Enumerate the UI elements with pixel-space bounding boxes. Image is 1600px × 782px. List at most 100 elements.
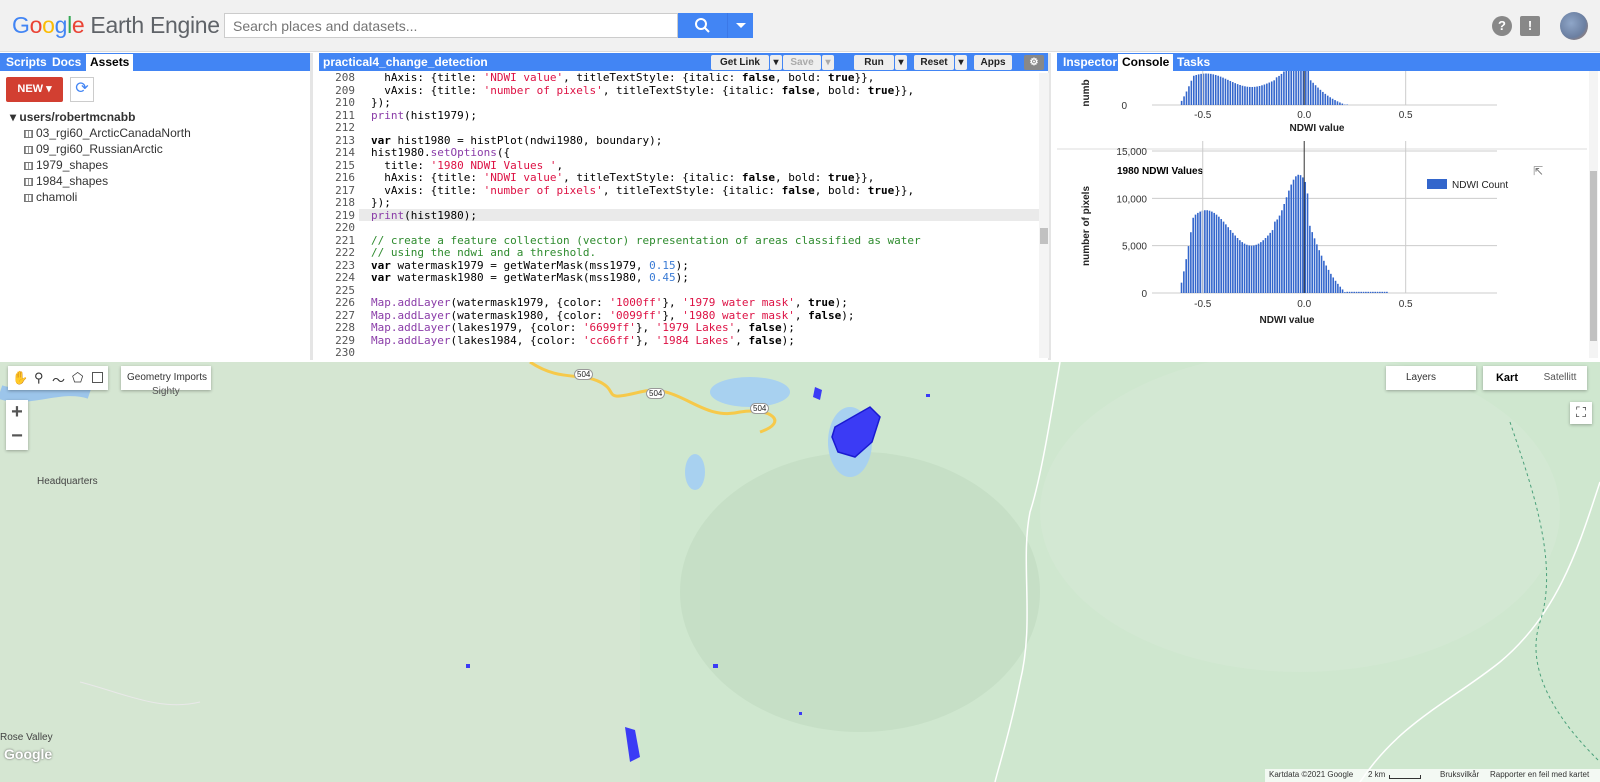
code-line[interactable]: hist1980.setOptions({ [371, 146, 510, 159]
chart1-bar [1341, 103, 1344, 105]
zoom-out-button[interactable]: − [6, 425, 28, 450]
map-attribution-bar: Kartdata ©2021 Google 2 km Bruksvilkår R… [1265, 769, 1600, 782]
code-line[interactable]: var hist1980 = histPlot(ndwi1980, bounda… [371, 134, 662, 147]
run-dropdown[interactable]: ▾ [895, 55, 907, 70]
line-number: 214 [335, 146, 355, 159]
tab-console[interactable]: Console [1118, 54, 1174, 71]
road-shield: 504 [646, 388, 666, 399]
chart2-bar [1334, 280, 1337, 293]
get-link-button[interactable]: Get Link [711, 55, 769, 70]
tab-inspector[interactable]: Inspector [1059, 54, 1121, 71]
chart1-bar [1180, 100, 1183, 105]
chart2-bar [1313, 238, 1316, 293]
code-line[interactable]: print(hist1980); [371, 209, 477, 222]
map-type-satellitt[interactable]: Satellitt [1533, 366, 1587, 390]
save-dropdown[interactable]: ▾ [822, 55, 834, 70]
editor-scrollbar[interactable] [1039, 73, 1049, 358]
search-button[interactable] [678, 13, 727, 38]
apps-button[interactable]: Apps [974, 55, 1012, 70]
hand-icon[interactable]: ✋ [12, 370, 28, 386]
report-link[interactable]: Rapporter en feil med kartet [1490, 770, 1589, 779]
settings-button[interactable]: ⚙ [1024, 55, 1044, 70]
code-line[interactable]: Map.addLayer(watermask1980, {color: '009… [371, 309, 855, 322]
code-line[interactable]: print(hist1979); [371, 109, 477, 122]
chart2-bar [1229, 230, 1232, 293]
terms-link[interactable]: Bruksvilkår [1440, 770, 1479, 779]
code-editor-panel: practical4_change_detection Get Link ▾ S… [319, 53, 1051, 360]
geometry-imports-label: Geometry Imports [127, 372, 208, 383]
chart1-bar [1224, 78, 1227, 105]
code-line[interactable]: hAxis: {title: 'NDWI value', titleTextSt… [371, 171, 874, 184]
tab-scripts[interactable]: Scripts [2, 54, 51, 71]
chart2-bar [1360, 291, 1363, 293]
code-line[interactable]: Map.addLayer(lakes1984, {color: 'cc66ff'… [371, 334, 795, 347]
chart2-bar [1325, 265, 1328, 293]
code-line[interactable]: vAxis: {title: 'number of pixels', title… [371, 184, 914, 197]
chart1-bar [1305, 71, 1307, 105]
chart2-bar [1320, 255, 1323, 293]
code-line[interactable]: title: '1980 NDWI Values ', [371, 159, 563, 172]
chart2-bar [1241, 242, 1243, 293]
asset-item[interactable]: chamoli [24, 190, 77, 204]
code-line[interactable]: Map.addLayer(lakes1979, {color: '6699ff'… [371, 321, 795, 334]
avatar[interactable] [1560, 12, 1588, 40]
chart2-bar [1327, 269, 1330, 293]
code-line[interactable]: hAxis: {title: 'NDWI value', titleTextSt… [371, 71, 874, 84]
code-line[interactable]: }); [371, 96, 391, 109]
chart1-bar [1270, 81, 1273, 105]
chart2-bar [1288, 190, 1290, 293]
chart1-bar [1256, 86, 1258, 105]
chart2-bar [1283, 203, 1286, 293]
tab-assets[interactable]: Assets [86, 54, 134, 71]
map-panel[interactable]: ✋ ⚲ 〜 ⬠ Geometry Imports + − Layers Kart… [0, 362, 1600, 782]
asset-item-label: 03_rgi60_ArcticCanadaNorth [36, 126, 191, 140]
asset-root[interactable]: ▾ users/robertmcnabb [10, 110, 135, 124]
code-line[interactable]: // create a feature collection (vector) … [371, 234, 921, 247]
feedback-icon[interactable]: ! [1520, 16, 1540, 36]
map-type-kart[interactable]: Kart [1483, 366, 1531, 390]
get-link-dropdown[interactable]: ▾ [770, 55, 782, 70]
chart2-bar [1239, 240, 1241, 293]
code-area[interactable]: 208 hAxis: {title: 'NDWI value', titleTe… [319, 71, 1049, 358]
layers-button[interactable]: Layers [1386, 366, 1476, 390]
save-button[interactable]: Save [783, 55, 821, 70]
reset-button[interactable]: Reset [914, 55, 954, 70]
asset-item[interactable]: 1984_shapes [24, 174, 108, 188]
chart1-bar [1253, 86, 1256, 105]
code-line[interactable]: vAxis: {title: 'number of pixels', title… [371, 84, 914, 97]
chart1-bar [1307, 71, 1310, 105]
reset-dropdown[interactable]: ▾ [955, 55, 967, 70]
chart2-bar [1379, 291, 1381, 293]
polygon-icon[interactable]: ⬠ [72, 370, 83, 386]
code-line[interactable]: // using the ndwi and a threshold. [371, 246, 596, 259]
chart1-bar [1200, 73, 1202, 105]
search-input[interactable] [224, 13, 678, 38]
chart1-bar [1334, 100, 1336, 105]
code-line[interactable]: var watermask1979 = getWaterMask(mss1979… [371, 259, 689, 272]
logo[interactable]: Google Earth Engine [12, 12, 220, 39]
rectangle-icon[interactable] [92, 372, 103, 383]
code-line[interactable]: Map.addLayer(watermask1979, {color: '100… [371, 296, 848, 309]
help-icon[interactable]: ? [1492, 16, 1512, 36]
code-line[interactable]: var watermask1980 = getWaterMask(mss1980… [371, 271, 689, 284]
search-dropdown-button[interactable] [727, 13, 753, 38]
fullscreen-button[interactable]: ⛶ [1570, 402, 1592, 424]
console-scrollbar[interactable] [1589, 71, 1598, 358]
asset-item[interactable]: 1979_shapes [24, 158, 108, 172]
line-number: 210 [335, 96, 355, 109]
new-button[interactable]: NEW ▾ [6, 77, 63, 102]
run-button[interactable]: Run [854, 55, 894, 70]
asset-item[interactable]: 09_rgi60_RussianArctic [24, 142, 163, 156]
tab-tasks[interactable]: Tasks [1173, 54, 1214, 71]
refresh-button[interactable]: ⟳ [70, 77, 94, 102]
console-scroll-thumb[interactable] [1590, 171, 1597, 341]
marker-icon[interactable]: ⚲ [34, 370, 44, 386]
asset-item[interactable]: 03_rgi60_ArcticCanadaNorth [24, 126, 191, 140]
editor-scroll-thumb[interactable] [1040, 228, 1048, 244]
code-line[interactable]: }); [371, 196, 391, 209]
zoom-in-button[interactable]: + [6, 400, 28, 425]
chart1-bar [1195, 74, 1198, 105]
chart2-y-tick: 15,000 [1116, 147, 1147, 158]
line-icon[interactable]: 〜 [52, 370, 65, 389]
tab-docs[interactable]: Docs [48, 54, 85, 71]
